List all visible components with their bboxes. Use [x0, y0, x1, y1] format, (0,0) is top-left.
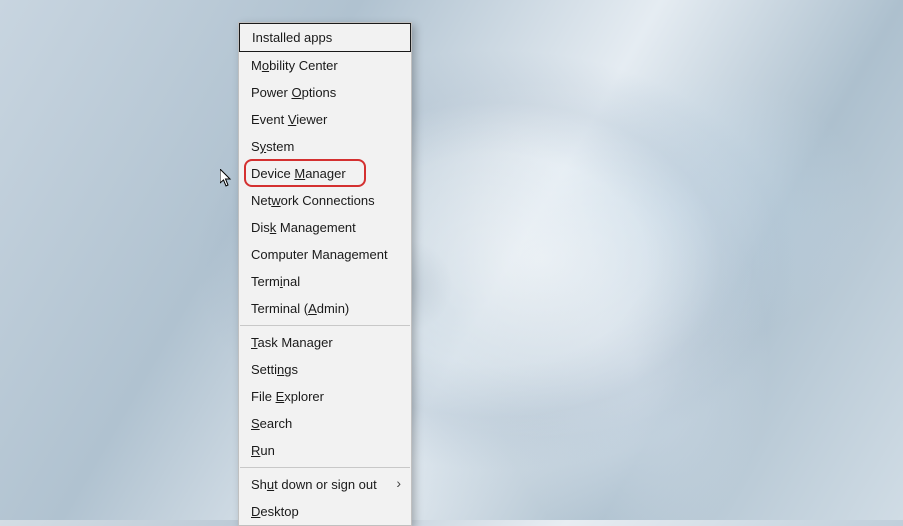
menu-item-settings[interactable]: Settings: [239, 356, 411, 383]
menu-item-device-manager[interactable]: Device Manager: [239, 160, 411, 187]
menu-item-file-explorer[interactable]: File Explorer: [239, 383, 411, 410]
menu-item-terminal-admin[interactable]: Terminal (Admin): [239, 295, 411, 322]
menu-item-label: Installed apps: [252, 30, 332, 45]
menu-item-terminal[interactable]: Terminal: [239, 268, 411, 295]
menu-item-installed-apps[interactable]: Installed apps: [239, 23, 411, 52]
menu-item-label: Power Options: [251, 85, 336, 100]
menu-item-label: Device Manager: [251, 166, 346, 181]
menu-item-desktop[interactable]: Desktop: [239, 498, 411, 525]
menu-item-label: Shut down or sign out: [251, 477, 377, 492]
winx-context-menu[interactable]: Installed apps Mobility Center Power Opt…: [238, 22, 412, 526]
menu-item-label: Search: [251, 416, 292, 431]
menu-item-disk-management[interactable]: Disk Management: [239, 214, 411, 241]
menu-item-mobility-center[interactable]: Mobility Center: [239, 52, 411, 79]
menu-item-label: Run: [251, 443, 275, 458]
menu-item-shut-down[interactable]: Shut down or sign out: [239, 471, 411, 498]
desktop-wallpaper: [0, 0, 903, 520]
menu-separator: [240, 325, 410, 326]
menu-item-label: File Explorer: [251, 389, 324, 404]
menu-item-run[interactable]: Run: [239, 437, 411, 464]
menu-item-label: Event Viewer: [251, 112, 327, 127]
menu-item-label: Network Connections: [251, 193, 375, 208]
menu-separator: [240, 467, 410, 468]
menu-item-label: Terminal (Admin): [251, 301, 349, 316]
menu-item-system[interactable]: System: [239, 133, 411, 160]
menu-item-label: Task Manager: [251, 335, 333, 350]
menu-item-label: Terminal: [251, 274, 300, 289]
menu-item-label: Mobility Center: [251, 58, 338, 73]
menu-item-label: Computer Management: [251, 247, 388, 262]
menu-item-network-connections[interactable]: Network Connections: [239, 187, 411, 214]
menu-item-label: Disk Management: [251, 220, 356, 235]
menu-item-task-manager[interactable]: Task Manager: [239, 329, 411, 356]
menu-item-label: Settings: [251, 362, 298, 377]
menu-item-computer-management[interactable]: Computer Management: [239, 241, 411, 268]
menu-item-search[interactable]: Search: [239, 410, 411, 437]
menu-item-power-options[interactable]: Power Options: [239, 79, 411, 106]
menu-item-label: Desktop: [251, 504, 299, 519]
menu-item-event-viewer[interactable]: Event Viewer: [239, 106, 411, 133]
menu-item-label: System: [251, 139, 294, 154]
